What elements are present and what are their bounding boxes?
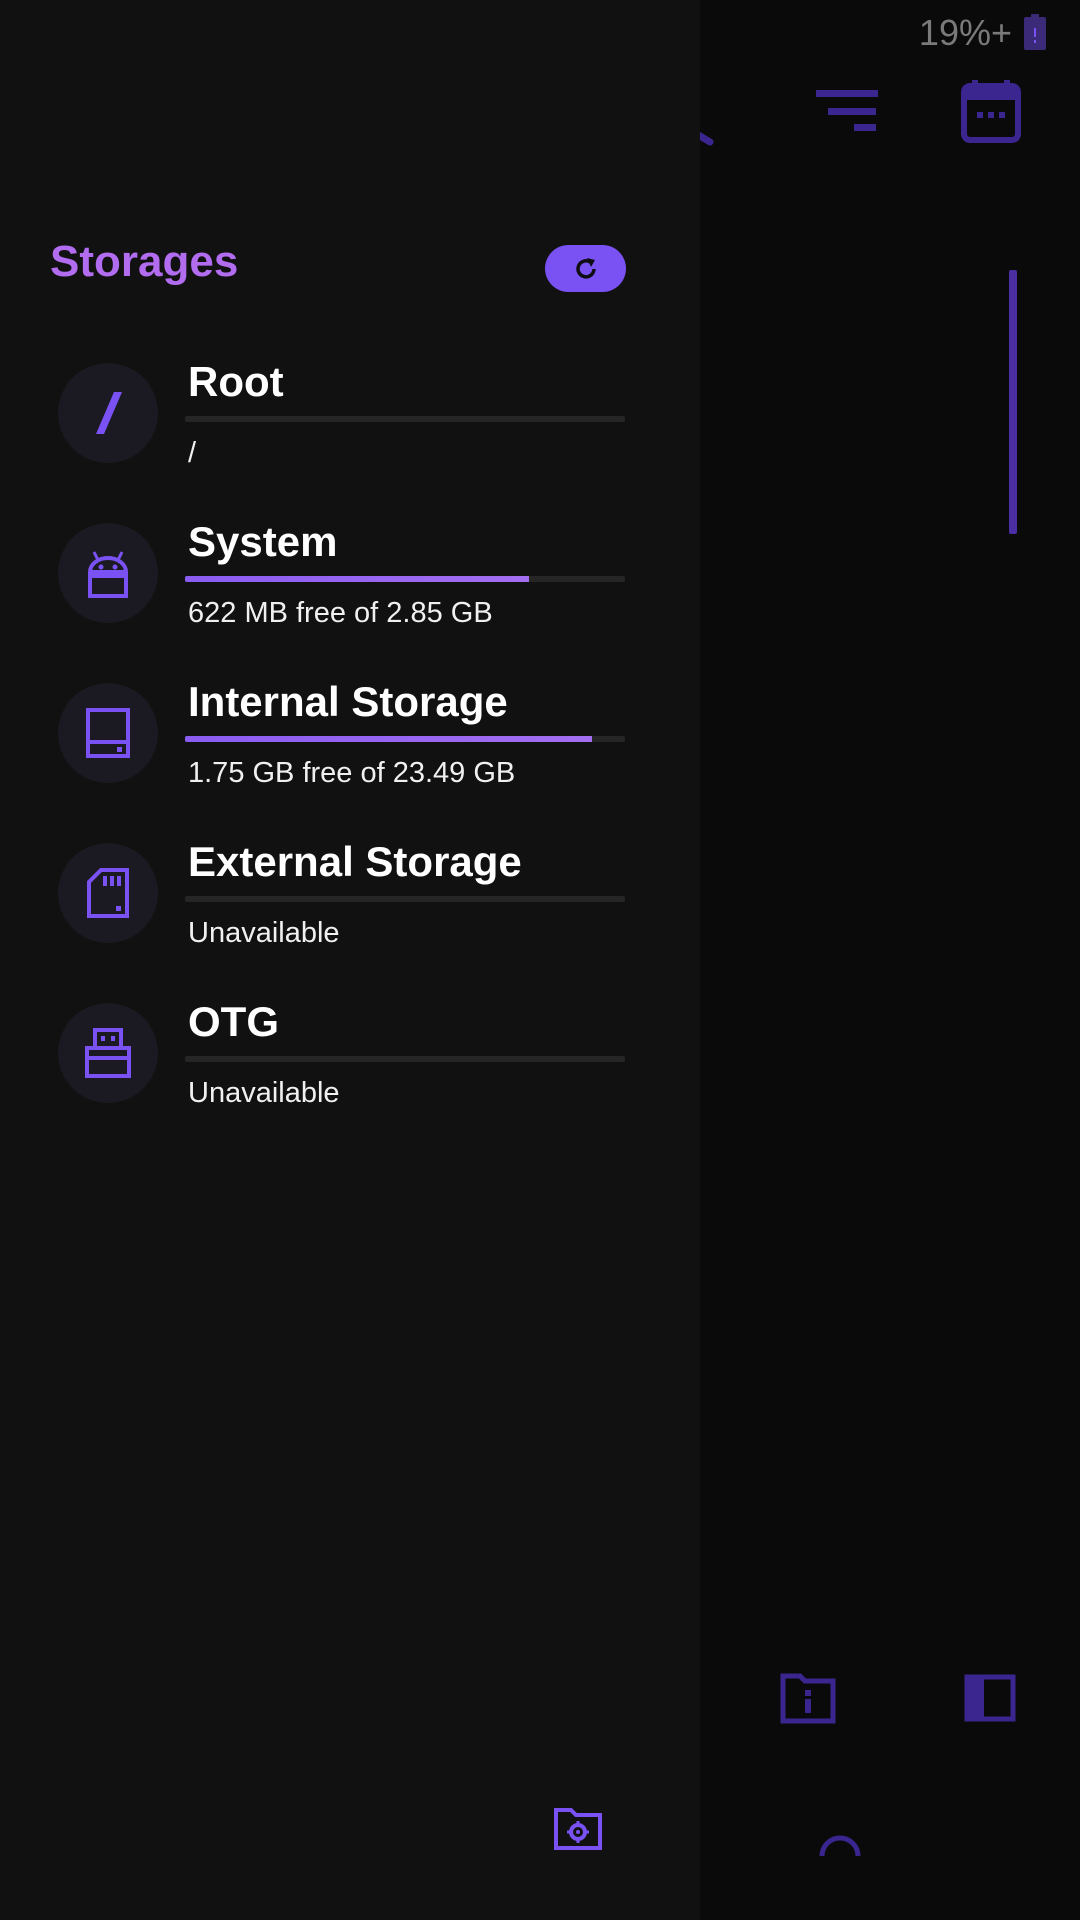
scroll-indicator[interactable] <box>1009 270 1017 534</box>
drawer-title: Storages <box>50 237 239 286</box>
storage-usage-bar <box>185 736 625 742</box>
storage-item-system[interactable]: System 622 MB free of 2.85 GB <box>0 518 700 663</box>
storage-usage-bar <box>185 416 625 422</box>
storage-name: External Storage <box>188 838 522 885</box>
storage-name: Root <box>188 358 284 405</box>
android-icon <box>58 523 158 623</box>
storage-item-external[interactable]: External Storage Unavailable <box>0 838 700 983</box>
refresh-icon <box>575 257 596 279</box>
storage-detail: Unavailable <box>188 1077 340 1109</box>
storage-usage-fill <box>185 576 530 582</box>
storage-item-internal[interactable]: Internal Storage 1.75 GB free of 23.49 G… <box>0 678 700 823</box>
storage-item-otg[interactable]: OTG Unavailable <box>0 998 700 1143</box>
filter-icon[interactable] <box>812 82 882 142</box>
root-icon <box>58 363 158 463</box>
storage-name: Internal Storage <box>188 678 508 725</box>
folder-settings-icon[interactable] <box>554 1806 602 1850</box>
battery-percentage: 19%+ <box>918 12 1012 53</box>
storage-usage-bar <box>185 896 625 902</box>
storage-item-root[interactable]: Root / <box>0 358 700 503</box>
arc-icon[interactable] <box>818 1834 862 1858</box>
internal-storage-icon <box>58 683 158 783</box>
screen: 19%+ Storages Root / System 622 MB free … <box>0 0 1080 1920</box>
storage-detail: 622 MB free of 2.85 GB <box>188 597 493 629</box>
refresh-button[interactable] <box>545 245 626 292</box>
calendar-icon[interactable] <box>960 80 1022 144</box>
storage-usage-bar <box>185 1056 625 1062</box>
storage-name: OTG <box>188 998 279 1045</box>
storage-name: System <box>188 518 338 565</box>
storage-detail: Unavailable <box>188 917 340 949</box>
battery-icon <box>1024 14 1046 50</box>
sd-card-icon <box>58 843 158 943</box>
folder-info-icon[interactable] <box>780 1672 836 1724</box>
panel-icon[interactable] <box>964 1674 1016 1722</box>
storage-detail: / <box>188 437 197 469</box>
storage-usage-fill <box>185 736 592 742</box>
storage-detail: 1.75 GB free of 23.49 GB <box>188 757 516 789</box>
usb-icon <box>58 1003 158 1103</box>
storage-drawer: Storages Root / System 622 MB free of 2.… <box>0 0 700 1920</box>
storage-usage-bar <box>185 576 625 582</box>
